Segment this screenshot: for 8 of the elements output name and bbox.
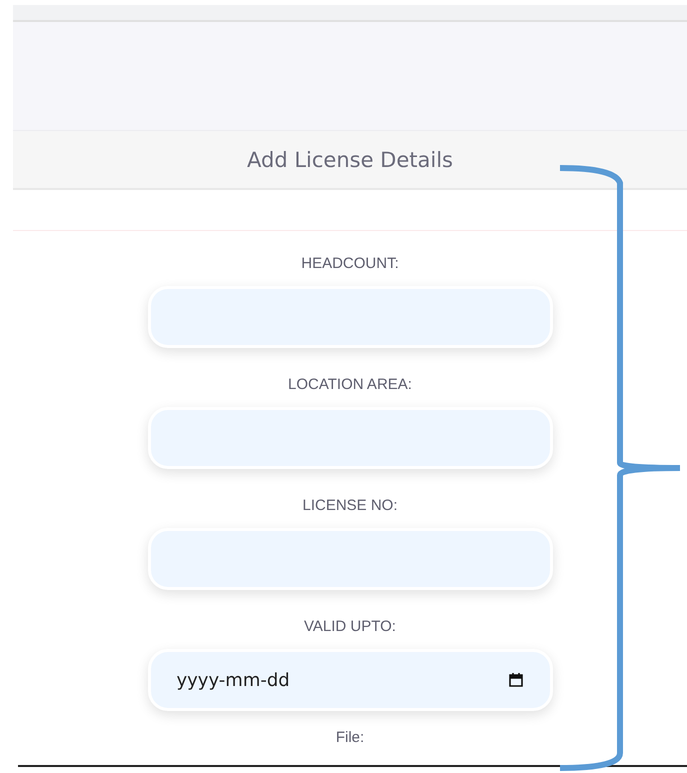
date-placeholder: yyyy-mm-dd	[176, 670, 290, 690]
field-label: HEADCOUNT:	[301, 255, 399, 272]
modal-title: Add License Details	[247, 148, 453, 172]
calendar-icon[interactable]	[508, 672, 524, 688]
field-label: VALID UPTO:	[304, 618, 396, 635]
field-label: LICENSE NO:	[302, 497, 398, 514]
field-label: LOCATION AREA:	[288, 376, 412, 393]
field-label: File:	[336, 729, 364, 746]
